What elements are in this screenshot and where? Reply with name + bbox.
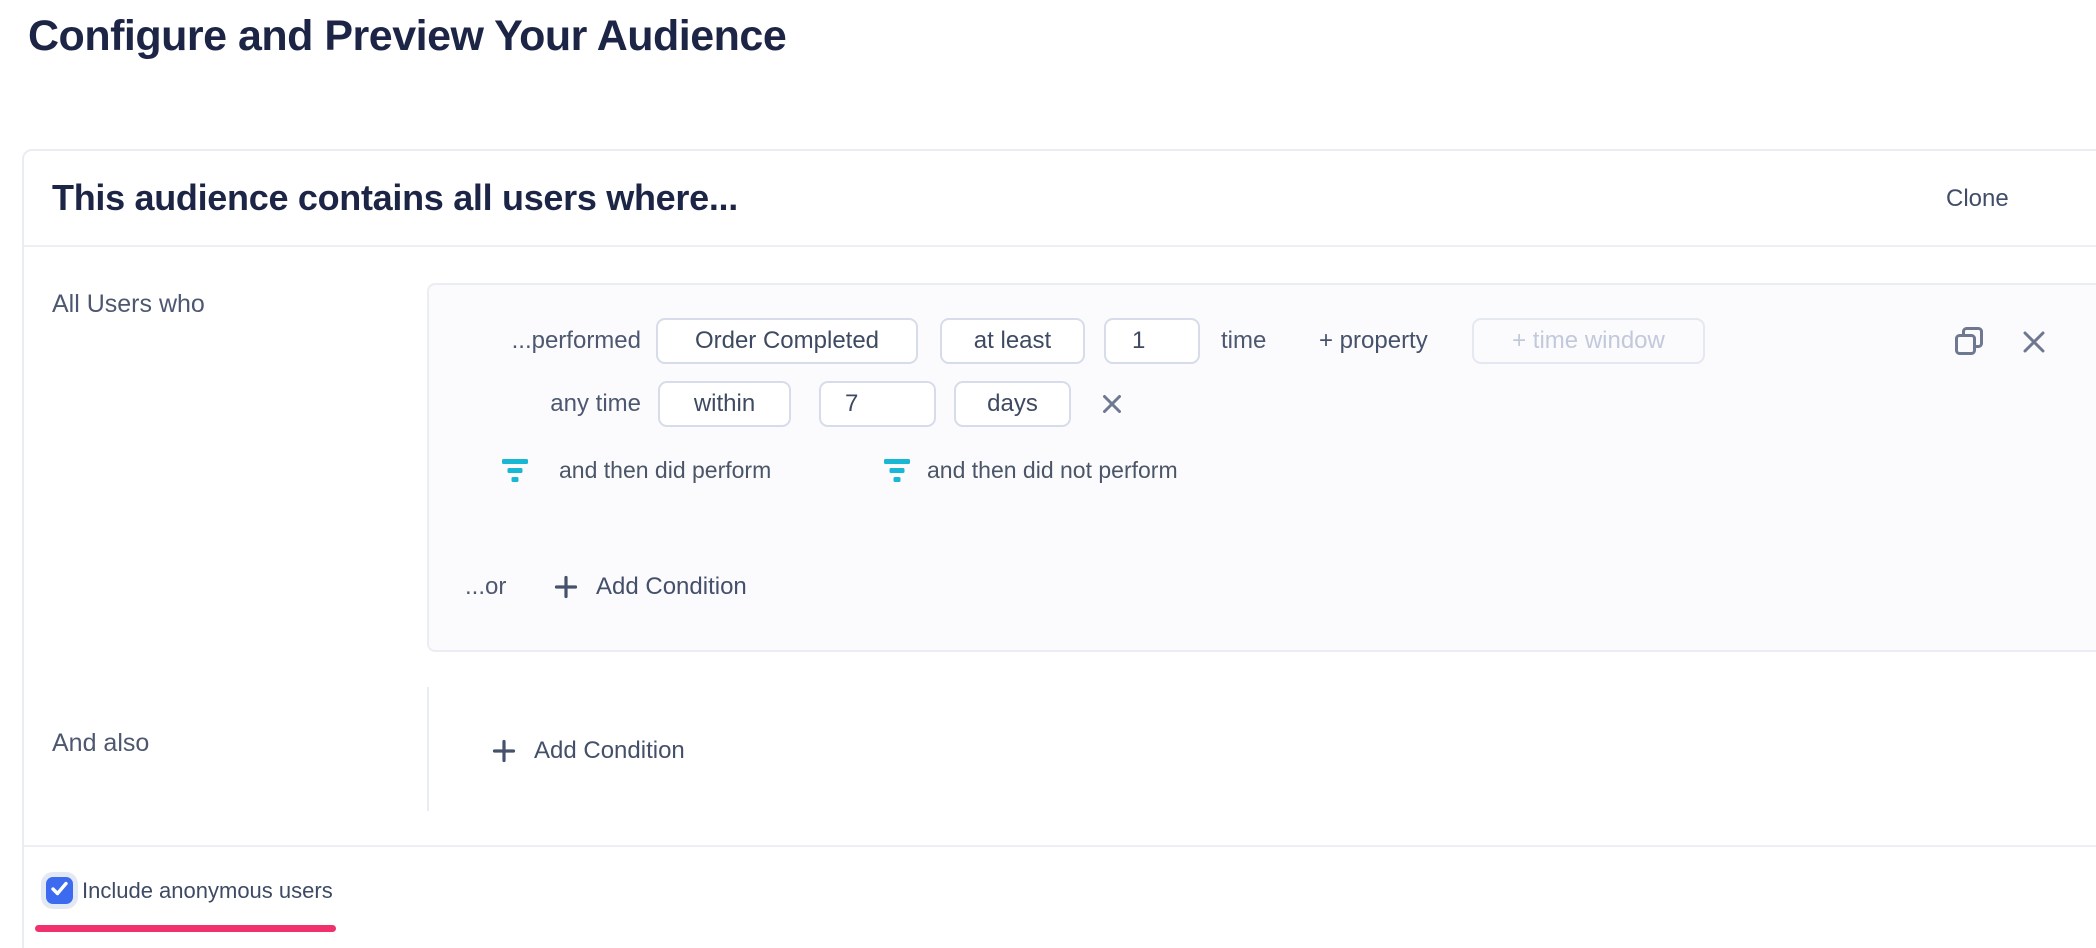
clone-button[interactable]: Clone bbox=[1946, 151, 2009, 247]
any-time-label: any time bbox=[429, 381, 641, 427]
condition-group-box: ...performed Order Completed at least ti… bbox=[427, 283, 2096, 652]
card-header-title: This audience contains all users where..… bbox=[52, 177, 738, 219]
event-select-button[interactable]: Order Completed bbox=[656, 318, 918, 364]
add-property-link[interactable]: + property bbox=[1319, 318, 1428, 364]
remove-condition-button[interactable] bbox=[2021, 329, 2047, 355]
add-condition-and-button[interactable] bbox=[492, 739, 516, 763]
remove-time-window-button[interactable] bbox=[1101, 393, 1123, 415]
include-anonymous-checkbox[interactable] bbox=[46, 877, 73, 904]
all-users-who-label: All Users who bbox=[52, 290, 205, 319]
frequency-value-input[interactable] bbox=[1104, 318, 1200, 364]
window-operator-button[interactable]: within bbox=[658, 381, 791, 427]
and-then-did-perform-link[interactable]: and then did perform bbox=[559, 456, 771, 484]
and-then-did-not-perform-link[interactable]: and then did not perform bbox=[927, 456, 1178, 484]
page-title: Configure and Preview Your Audience bbox=[28, 12, 786, 61]
frequency-operator-button[interactable]: at least bbox=[940, 318, 1085, 364]
duplicate-condition-button[interactable] bbox=[1951, 323, 1987, 359]
and-also-label: And also bbox=[52, 729, 149, 758]
funnel-icon bbox=[502, 459, 528, 487]
add-time-window-button[interactable]: + time window bbox=[1472, 318, 1705, 364]
add-condition-or-button[interactable] bbox=[554, 575, 578, 599]
card-header: This audience contains all users where..… bbox=[24, 151, 2096, 247]
plus-icon bbox=[554, 586, 578, 603]
include-anonymous-label: Include anonymous users bbox=[82, 876, 333, 905]
frequency-unit-label: time bbox=[1221, 318, 1266, 364]
annotation-underline bbox=[35, 925, 336, 932]
checkmark-icon bbox=[49, 878, 70, 904]
section-divider bbox=[427, 687, 429, 811]
window-unit-button[interactable]: days bbox=[954, 381, 1071, 427]
footer-divider bbox=[24, 845, 2096, 847]
copy-icon bbox=[1951, 346, 1987, 363]
performed-label: ...performed bbox=[429, 318, 641, 364]
funnel-icon bbox=[884, 459, 910, 487]
add-condition-or-label[interactable]: Add Condition bbox=[596, 572, 747, 602]
close-icon bbox=[1101, 402, 1123, 419]
plus-icon bbox=[492, 750, 516, 767]
window-value-input[interactable] bbox=[819, 381, 936, 427]
audience-card: This audience contains all users where..… bbox=[22, 149, 2096, 948]
close-icon bbox=[2021, 342, 2047, 359]
or-label: ...or bbox=[465, 572, 506, 602]
audience-config-screen: Configure and Preview Your Audience This… bbox=[0, 0, 2096, 948]
add-condition-and-label[interactable]: Add Condition bbox=[534, 736, 685, 766]
